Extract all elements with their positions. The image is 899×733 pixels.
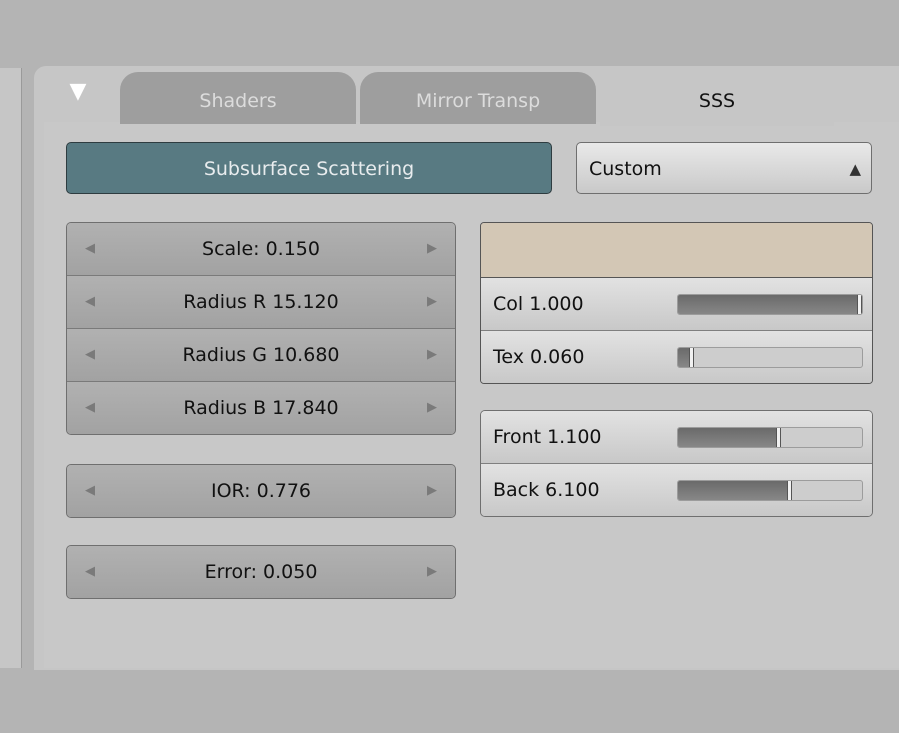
slider-fill	[678, 295, 857, 314]
increment-arrow-icon[interactable]: ▶	[427, 382, 437, 434]
radius-g-field[interactable]: ◀ Radius G 10.680 ▶	[67, 329, 455, 382]
front-slider[interactable]: Front 1.100	[481, 411, 872, 464]
color-swatch[interactable]	[481, 223, 872, 278]
color-group: Col 1.000 Tex 0.060	[480, 222, 873, 384]
up-down-arrows-icon: ▲	[849, 160, 861, 178]
radius-g-label: Radius G 10.680	[182, 344, 340, 366]
decrement-arrow-icon[interactable]: ◀	[85, 546, 95, 598]
slider-track[interactable]	[677, 427, 863, 448]
col-slider[interactable]: Col 1.000	[481, 278, 872, 331]
decrement-arrow-icon[interactable]: ◀	[85, 382, 95, 434]
tab-shaders[interactable]: Shaders	[120, 72, 356, 124]
front-back-group: Front 1.100 Back 6.100	[480, 410, 873, 517]
decrement-arrow-icon[interactable]: ◀	[85, 223, 95, 275]
tab-sss[interactable]: SSS	[600, 72, 834, 126]
scale-radius-group: ◀ Scale: 0.150 ▶ ◀ Radius R 15.120 ▶ ◀ R…	[66, 222, 456, 435]
slider-handle[interactable]	[776, 428, 781, 447]
increment-arrow-icon[interactable]: ▶	[427, 223, 437, 275]
increment-arrow-icon[interactable]: ▶	[427, 465, 437, 517]
error-field[interactable]: ◀ Error: 0.050 ▶	[67, 546, 455, 598]
left-panel-edge	[0, 68, 22, 668]
radius-b-label: Radius B 17.840	[183, 397, 339, 419]
tex-label: Tex 0.060	[493, 346, 585, 368]
ior-group: ◀ IOR: 0.776 ▶	[66, 464, 456, 518]
tab-mirror-transp[interactable]: Mirror Transp	[360, 72, 596, 124]
subsurface-scattering-toggle[interactable]: Subsurface Scattering	[66, 142, 552, 194]
radius-b-field[interactable]: ◀ Radius B 17.840 ▶	[67, 382, 455, 434]
ior-field[interactable]: ◀ IOR: 0.776 ▶	[67, 465, 455, 517]
decrement-arrow-icon[interactable]: ◀	[85, 465, 95, 517]
slider-handle[interactable]	[787, 481, 792, 500]
decrement-arrow-icon[interactable]: ◀	[85, 329, 95, 381]
col-label: Col 1.000	[493, 293, 584, 315]
back-slider[interactable]: Back 6.100	[481, 464, 872, 516]
decrement-arrow-icon[interactable]: ◀	[85, 276, 95, 328]
slider-fill	[678, 348, 689, 367]
preset-dropdown[interactable]: Custom ▲	[576, 142, 872, 194]
slider-track[interactable]	[677, 294, 863, 315]
scale-field[interactable]: ◀ Scale: 0.150 ▶	[67, 223, 455, 276]
slider-handle[interactable]	[857, 295, 862, 314]
back-label: Back 6.100	[493, 479, 600, 501]
radius-r-label: Radius R 15.120	[183, 291, 339, 313]
preset-value: Custom	[589, 158, 662, 180]
slider-fill	[678, 428, 776, 447]
error-label: Error: 0.050	[204, 561, 318, 583]
increment-arrow-icon[interactable]: ▶	[427, 329, 437, 381]
slider-handle[interactable]	[689, 348, 694, 367]
front-label: Front 1.100	[493, 426, 602, 448]
slider-track[interactable]	[677, 480, 863, 501]
radius-r-field[interactable]: ◀ Radius R 15.120 ▶	[67, 276, 455, 329]
tex-slider[interactable]: Tex 0.060	[481, 331, 872, 383]
ior-label: IOR: 0.776	[210, 480, 311, 502]
increment-arrow-icon[interactable]: ▶	[427, 546, 437, 598]
error-group: ◀ Error: 0.050 ▶	[66, 545, 456, 599]
slider-fill	[678, 481, 787, 500]
collapse-triangle-icon[interactable]: ▼	[66, 81, 90, 103]
scale-label: Scale: 0.150	[202, 238, 320, 260]
slider-track[interactable]	[677, 347, 863, 368]
increment-arrow-icon[interactable]: ▶	[427, 276, 437, 328]
